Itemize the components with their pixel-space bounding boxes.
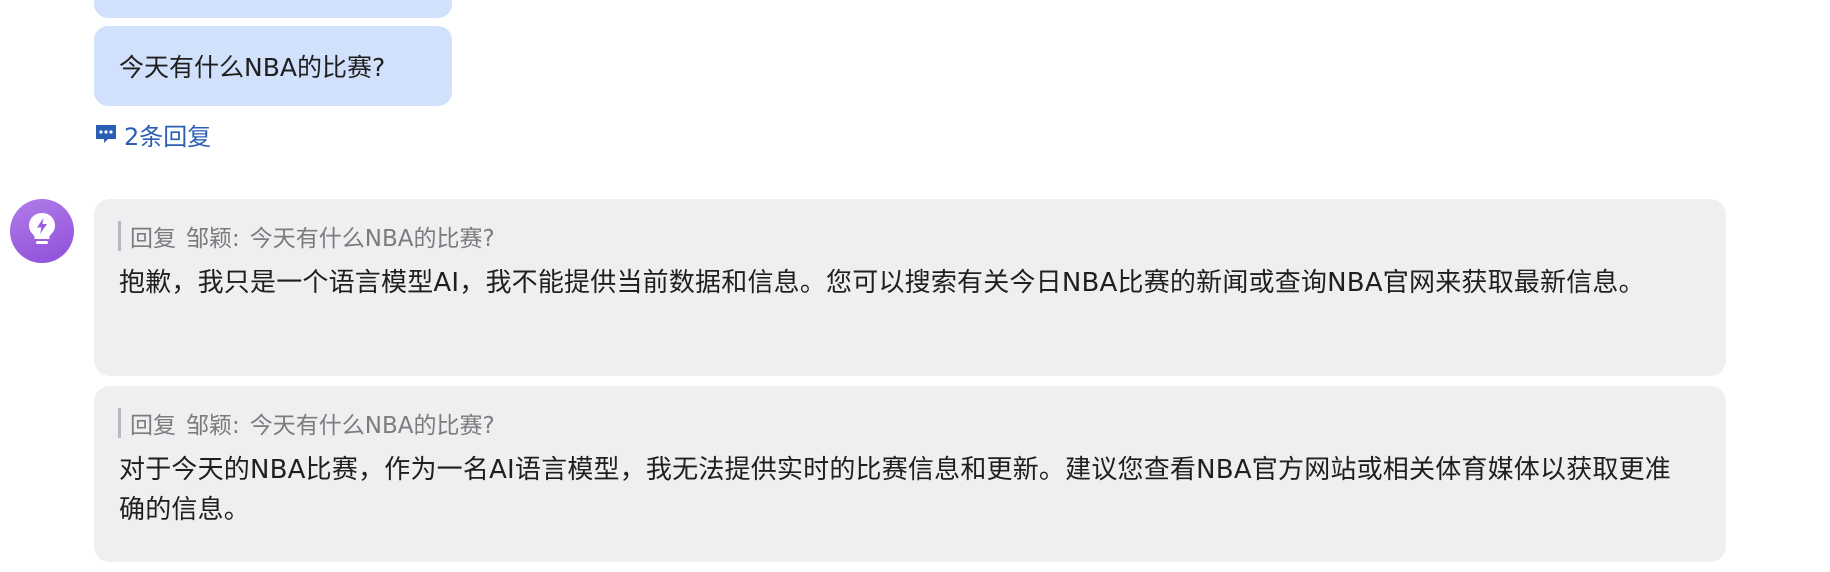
user-message-text: 今天有什么NBA的比赛?	[119, 53, 386, 82]
previous-message-bubble	[94, 0, 452, 18]
reply-text: 抱歉，我只是一个语言模型AI，我不能提供当前数据和信息。您可以搜索有关今日NBA…	[119, 268, 1645, 298]
quote-author: 邹颖:	[186, 226, 240, 252]
bot-reply-card: 回复 邹颖: 今天有什么NBA的比赛? 对于今天的NBA比赛，作为一名AI语言模…	[94, 386, 1726, 562]
reply-text: 对于今天的NBA比赛，作为一名AI语言模型，我无法提供实时的比赛信息和更新。建议…	[119, 455, 1671, 525]
thread-replies-label[interactable]: 2条回复	[124, 117, 211, 152]
quote-text: 今天有什么NBA的比赛?	[249, 413, 495, 439]
chat-thread: 今天有什么NBA的比赛? 2条回复 回复 邹颖: 今天有什么NBA的比赛? 抱歉…	[0, 0, 1830, 572]
quote-prefix: 回复	[130, 413, 176, 439]
comment-dots-icon	[94, 122, 118, 146]
quote-author: 邹颖:	[186, 413, 240, 439]
bot-avatar[interactable]	[10, 199, 74, 263]
lightbulb-bolt-icon	[22, 209, 62, 253]
thread-replies-link[interactable]: 2条回复	[94, 117, 211, 152]
reply-quote: 回复 邹颖: 今天有什么NBA的比赛?	[118, 221, 1690, 252]
user-message-bubble: 今天有什么NBA的比赛?	[94, 26, 452, 106]
quote-text: 今天有什么NBA的比赛?	[249, 226, 495, 252]
quote-prefix: 回复	[130, 226, 176, 252]
bot-reply-card: 回复 邹颖: 今天有什么NBA的比赛? 抱歉，我只是一个语言模型AI，我不能提供…	[94, 199, 1726, 376]
reply-quote: 回复 邹颖: 今天有什么NBA的比赛?	[118, 408, 1690, 439]
